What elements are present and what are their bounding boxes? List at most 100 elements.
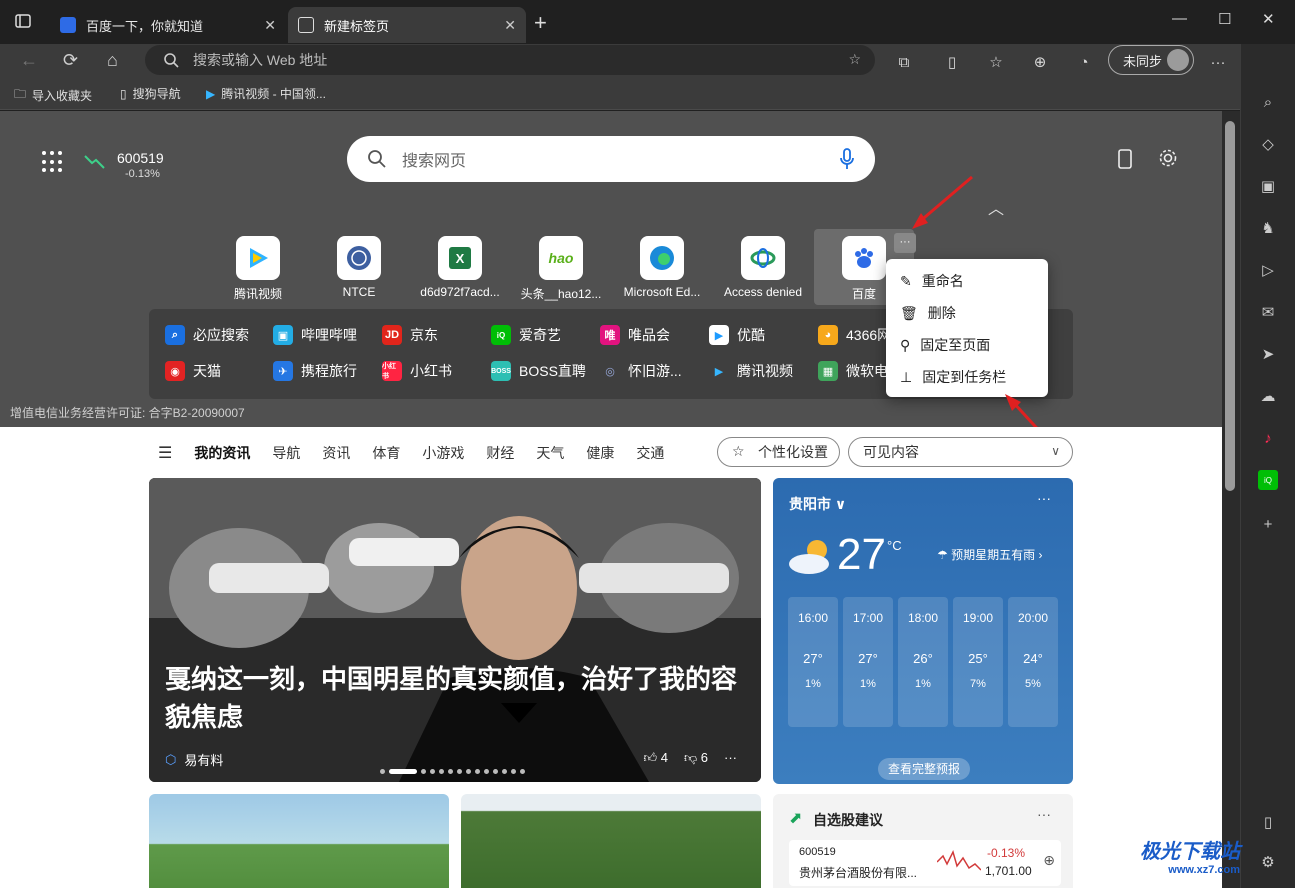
feed-tab[interactable]: 交通 [636, 443, 664, 463]
hero-article[interactable]: 戛纳这一刻，中国明星的真实颜值，治好了我的容貌焦虑 ⬡ 易有料 👍︎ 4 👎︎ … [149, 478, 761, 782]
feed-tab[interactable]: 资讯 [322, 443, 350, 463]
menu-pin-to-taskbar[interactable]: ⊥ 固定到任务栏 [900, 367, 1006, 387]
menu-delete[interactable]: 🗑 删除 [900, 303, 956, 323]
link-jd[interactable]: JD 京东 [382, 325, 438, 345]
link-bing[interactable]: ⌕ 必应搜索 [165, 325, 249, 345]
link-iqiyi[interactable]: iQ 爱奇艺 [491, 325, 561, 345]
link-retro-games[interactable]: ◎ 怀旧游... [600, 361, 681, 381]
feed-tab[interactable]: 天气 [536, 443, 564, 463]
tab-baidu[interactable]: 百度一下，你就知道 ✕ [50, 7, 286, 43]
like-button[interactable]: 👍︎ 4 [644, 750, 668, 766]
refresh-button[interactable]: ⟳ [63, 50, 78, 71]
scrollbar-thumb[interactable] [1225, 121, 1235, 491]
add-stock-icon[interactable]: ⊕ [1043, 852, 1055, 869]
link-tmall[interactable]: ◉ 天猫 [165, 361, 221, 381]
tile-tencent-video[interactable]: 腾讯视频 [208, 229, 308, 305]
split-screen-icon[interactable]: ▯ [941, 51, 963, 73]
personalize-button[interactable]: ☆ 个性化设置 [717, 437, 840, 467]
weather-forecast-note[interactable]: ☂ 预期星期五有雨 › [937, 546, 1042, 563]
bookmark-import[interactable]: 🗀 导入收藏夹 [14, 85, 92, 106]
cloud-icon[interactable]: ☁ [1258, 386, 1278, 406]
feed-tab[interactable]: 健康 [586, 443, 614, 463]
minimize-button[interactable]: — [1172, 10, 1187, 27]
close-window-button[interactable]: ✕ [1262, 10, 1275, 28]
tiktok-icon[interactable]: ♪ [1258, 428, 1278, 448]
page-scrollbar[interactable] [1222, 111, 1240, 888]
address-bar[interactable]: 搜索或输入 Web 地址 ☆ [145, 45, 875, 75]
web-search-box[interactable]: 搜索网页 [347, 136, 875, 182]
maximize-button[interactable]: ☐ [1218, 10, 1231, 28]
favorites-icon[interactable]: ☆ [985, 51, 1007, 73]
add-app-icon[interactable]: + [1258, 514, 1278, 534]
close-tab-icon[interactable]: ✕ [264, 17, 276, 34]
hero-headline[interactable]: 戛纳这一刻，中国明星的真实颜值，治好了我的容貌焦虑 [165, 660, 745, 736]
tile-more-options-button[interactable]: ··· [894, 233, 916, 253]
performance-icon[interactable]: ◔ [1073, 51, 1095, 73]
stock-suggestion-card[interactable]: ⬈ 自选股建议 ··· 600519 贵州茅台酒股份有限... -0.13% 1… [773, 794, 1073, 888]
tools-briefcase-icon[interactable]: ▣ [1258, 176, 1278, 196]
microsoft-365-icon[interactable]: ▷ [1258, 260, 1278, 280]
tab-actions-icon[interactable] [14, 12, 36, 34]
settings-gear-icon[interactable] [1158, 148, 1178, 168]
link-microsoft[interactable]: ▦ 微软电 [818, 361, 888, 381]
carousel-dots[interactable] [380, 769, 525, 774]
link-4366[interactable]: ◕ 4366网 [818, 325, 891, 345]
bookmark-sogou[interactable]: ▯ 搜狗导航 [120, 85, 181, 102]
tile-microsoft-edge[interactable]: Microsoft Ed... [612, 229, 712, 305]
collections-icon[interactable]: ⊕ [1029, 51, 1051, 73]
send-icon[interactable]: ➤ [1258, 344, 1278, 364]
weather-card[interactable]: 贵阳市 ∨ ··· 27 °C ☂ 预期星期五有雨 › 16:00 27° 1% 1… [773, 478, 1073, 784]
new-tab-button[interactable]: + [534, 10, 547, 36]
feed-tab[interactable]: 体育 [372, 443, 400, 463]
collapse-chevron-icon[interactable]: ︿ [988, 195, 1004, 219]
news-card-landscape[interactable] [149, 794, 449, 888]
more-menu-icon[interactable]: ··· [1207, 51, 1229, 73]
menu-icon[interactable]: ☰ [158, 443, 172, 463]
weather-city[interactable]: 贵阳市 ∨ [789, 494, 846, 514]
feed-tab[interactable]: 导航 [272, 443, 300, 463]
feed-tab[interactable]: 我的资讯 [194, 443, 250, 463]
close-tab-icon[interactable]: ✕ [504, 17, 516, 34]
search-zoom-icon[interactable]: ⌕ [1258, 92, 1278, 112]
link-xiaohongshu[interactable]: 小红书 小红书 [382, 361, 452, 381]
link-boss[interactable]: BOSS BOSS直聘 [491, 361, 586, 381]
stock-row[interactable]: 600519 贵州茅台酒股份有限... -0.13% 1,701.00 ⊕ [789, 840, 1061, 886]
menu-rename[interactable]: ✎ 重命名 [900, 271, 964, 291]
shopping-tag-icon[interactable]: ◇ [1258, 134, 1278, 154]
extensions-icon[interactable]: ⧉ [893, 51, 915, 73]
iqiyi-icon[interactable]: iQ [1258, 470, 1278, 490]
phone-icon[interactable] [1118, 149, 1132, 169]
bookmark-tencent-video[interactable]: ▶ 腾讯视频 - 中国领... [206, 85, 326, 102]
outlook-icon[interactable]: ✉ [1258, 302, 1278, 322]
link-youku[interactable]: ▶ 优酷 [709, 325, 765, 345]
more-options-icon[interactable]: ··· [1037, 490, 1051, 506]
more-options-icon[interactable]: ··· [1037, 806, 1051, 822]
tile-excel[interactable]: X d6d972f7acd... [410, 229, 510, 305]
home-button[interactable]: ⌂ [107, 50, 118, 71]
dislike-button[interactable]: 👎︎ 6 [684, 750, 708, 766]
sidebar-toggle-icon[interactable]: ▯ [1258, 812, 1278, 832]
link-tencent-video[interactable]: ▶ 腾讯视频 [709, 361, 793, 381]
tile-ntce[interactable]: NTCE [309, 229, 409, 305]
hero-source[interactable]: ⬡ 易有料 [165, 750, 223, 769]
full-forecast-button[interactable]: 查看完整预报 [878, 758, 970, 780]
news-card-trees[interactable] [461, 794, 761, 888]
app-launcher-icon[interactable] [42, 151, 64, 173]
feed-tab[interactable]: 财经 [486, 443, 514, 463]
link-bilibili[interactable]: ▣ 哔哩哔哩 [273, 325, 357, 345]
feed-tab[interactable]: 小游戏 [422, 443, 464, 463]
games-icon[interactable]: ♞ [1258, 218, 1278, 238]
back-button[interactable]: ← [20, 50, 38, 71]
more-options-icon[interactable]: ··· [724, 750, 737, 766]
sidebar-settings-icon[interactable]: ⚙ [1258, 852, 1278, 872]
tile-access-denied[interactable]: Access denied [713, 229, 813, 305]
add-favorite-icon[interactable]: ☆ [848, 51, 861, 68]
microphone-icon[interactable] [839, 148, 855, 170]
link-ctrip[interactable]: ✈ 携程旅行 [273, 361, 357, 381]
tile-hao123[interactable]: hao 头条__hao12... [511, 229, 611, 305]
tab-new-tab[interactable]: 新建标签页 ✕ [288, 7, 526, 43]
menu-pin-to-page[interactable]: ⚲ 固定至页面 [900, 335, 990, 355]
profile-button[interactable]: 未同步 [1108, 45, 1194, 75]
link-vip[interactable]: 唯唯品会 [600, 325, 670, 345]
visible-content-dropdown[interactable]: 可见内容 ∨ [848, 437, 1073, 467]
